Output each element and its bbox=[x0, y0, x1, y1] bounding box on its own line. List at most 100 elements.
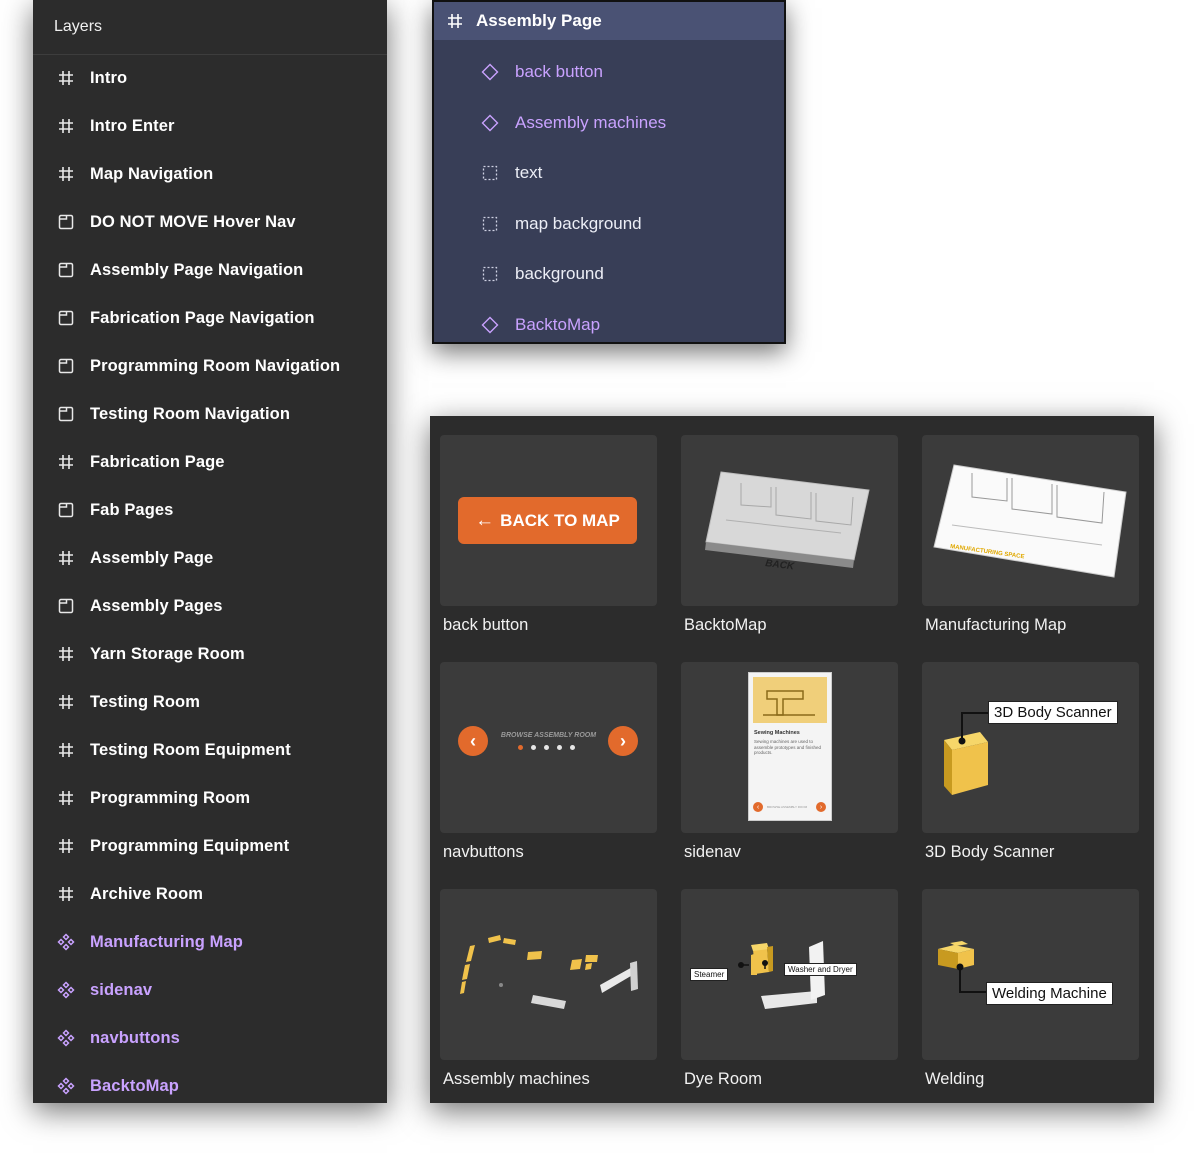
layer-item-label: Intro bbox=[90, 68, 128, 87]
asset-thumbnail: BACK bbox=[681, 435, 898, 606]
assembly-child-label: BacktoMap bbox=[515, 314, 601, 334]
asset-name: Welding bbox=[925, 1070, 985, 1088]
frame-icon bbox=[57, 69, 75, 87]
sidenav-preview: Sewing Machines Sewing machines are used… bbox=[748, 672, 832, 821]
layer-item[interactable]: Archive Room bbox=[33, 870, 387, 918]
layer-item-label: Map Navigation bbox=[90, 164, 214, 183]
asset-thumbnail bbox=[440, 889, 657, 1060]
instance-icon bbox=[481, 63, 499, 81]
layer-item-label: Assembly Page Navigation bbox=[90, 260, 304, 279]
layer-item-label: Programming Room Navigation bbox=[90, 356, 341, 375]
assembly-page-title: Assembly Page bbox=[476, 11, 602, 30]
asset-name: back button bbox=[443, 616, 529, 634]
assembly-child-label: background bbox=[515, 264, 604, 283]
layer-item[interactable]: Testing Room Equipment bbox=[33, 726, 387, 774]
pager-dot bbox=[557, 745, 562, 750]
layer-item[interactable]: Map Navigation bbox=[33, 150, 387, 198]
asset-card-welding[interactable]: Welding Machine Welding bbox=[922, 889, 1139, 1089]
pager-dot bbox=[570, 745, 575, 750]
asset-thumbnail: Welding Machine bbox=[922, 889, 1139, 1060]
asset-name: navbuttons bbox=[443, 843, 524, 861]
component-set-icon bbox=[57, 1029, 75, 1047]
asset-name: Dye Room bbox=[684, 1070, 762, 1088]
assembly-child-item[interactable]: Assembly machines bbox=[434, 98, 784, 148]
layers-title: Layers bbox=[54, 18, 103, 35]
back-to-map-button-preview: ← BACK TO MAP bbox=[458, 497, 637, 544]
asset-card-backtomap[interactable]: BACK BacktoMap bbox=[681, 435, 898, 635]
frame-icon bbox=[57, 645, 75, 663]
section-icon bbox=[57, 213, 75, 231]
instance-icon bbox=[481, 316, 499, 334]
pager-dot bbox=[544, 745, 549, 750]
layer-item[interactable]: Intro bbox=[33, 54, 387, 102]
welding-callout: Welding Machine bbox=[986, 982, 1113, 1005]
layer-item-label: Fabrication Page Navigation bbox=[90, 308, 315, 327]
layer-item-label: Intro Enter bbox=[90, 116, 175, 135]
layer-item[interactable]: Fabrication Page Navigation bbox=[33, 294, 387, 342]
layer-item[interactable]: BacktoMap bbox=[33, 1062, 387, 1110]
assembly-child-item[interactable]: map background bbox=[434, 199, 784, 249]
nav-text: BROWSE ASSEMBLY ROOM bbox=[500, 732, 597, 739]
assembly-child-item[interactable]: text bbox=[434, 148, 784, 198]
layer-item-label: Fab Pages bbox=[90, 500, 174, 519]
layer-item-label: Archive Room bbox=[90, 884, 204, 903]
asset-card-3d-body-scanner[interactable]: 3D Body Scanner 3D Body Scanner bbox=[922, 662, 1139, 862]
assembly-child-item[interactable]: background bbox=[434, 249, 784, 299]
chevron-left-icon: ‹ bbox=[458, 726, 488, 756]
component-set-icon bbox=[57, 933, 75, 951]
layer-item[interactable]: Programming Equipment bbox=[33, 822, 387, 870]
asset-card-navbuttons[interactable]: ‹ BROWSE ASSEMBLY ROOM › navbuttons bbox=[440, 662, 657, 862]
section-icon bbox=[57, 357, 75, 375]
layer-item[interactable]: Testing Room Navigation bbox=[33, 390, 387, 438]
layer-item[interactable]: Testing Room bbox=[33, 678, 387, 726]
asset-name: sidenav bbox=[684, 843, 741, 861]
asset-thumbnail: MANUFACTURING SPACE bbox=[922, 435, 1139, 606]
sidenav-body: Sewing machines are used to assemble pro… bbox=[754, 739, 822, 755]
asset-card-sidenav[interactable]: Sewing Machines Sewing machines are used… bbox=[681, 662, 898, 862]
assembly-child-item[interactable]: BacktoMap bbox=[434, 300, 784, 343]
layer-item[interactable]: Fab Pages bbox=[33, 486, 387, 534]
sidenav-footer: BROWSE ASSEMBLY ROOM bbox=[767, 805, 808, 809]
frame-icon bbox=[446, 12, 464, 30]
layer-item[interactable]: Yarn Storage Room bbox=[33, 630, 387, 678]
floor-plan-map-preview: BACK bbox=[705, 471, 870, 573]
layer-item[interactable]: Manufacturing Map bbox=[33, 918, 387, 966]
layer-item-label: Testing Room bbox=[90, 692, 200, 711]
asset-card-assembly-machines[interactable]: Assembly machines bbox=[440, 889, 657, 1089]
layer-item[interactable]: navbuttons bbox=[33, 1014, 387, 1062]
layer-item[interactable]: Programming Room bbox=[33, 774, 387, 822]
frame-icon bbox=[57, 165, 75, 183]
assembly-child-label: back button bbox=[515, 62, 603, 81]
assembly-child-item[interactable]: back button bbox=[434, 47, 784, 97]
asset-card-dye-room[interactable]: Steamer Washer and Dryer Dye Room bbox=[681, 889, 898, 1089]
layer-item[interactable]: Fabrication Page bbox=[33, 438, 387, 486]
assembly-child-label: Assembly machines bbox=[515, 112, 667, 132]
layer-item[interactable]: Programming Room Navigation bbox=[33, 342, 387, 390]
assembly-child-label: map background bbox=[515, 213, 642, 233]
layer-item[interactable]: Assembly Page bbox=[33, 534, 387, 582]
assets-grid: ← BACK TO MAP back button BACK BacktoMap bbox=[430, 416, 1154, 1103]
layer-item-label: Testing Room Navigation bbox=[90, 404, 291, 423]
assembly-page-header[interactable]: Assembly Page bbox=[434, 2, 784, 40]
welding-machine-illustration bbox=[938, 941, 986, 993]
asset-name: Assembly machines bbox=[443, 1070, 590, 1088]
chevron-left-icon: ‹ bbox=[753, 802, 763, 812]
washer-dryer-callout: Washer and Dryer bbox=[784, 963, 857, 976]
layer-item[interactable]: Assembly Pages bbox=[33, 582, 387, 630]
asset-thumbnail: ← BACK TO MAP bbox=[440, 435, 657, 606]
layer-item-label: sidenav bbox=[90, 980, 153, 999]
layer-item-label: Fabrication Page bbox=[90, 452, 225, 471]
layer-item[interactable]: Assembly Page Navigation bbox=[33, 246, 387, 294]
layer-item[interactable]: DO NOT MOVE Hover Nav bbox=[33, 198, 387, 246]
layers-panel: Layers Intro Intro Enter Map Navigation DO … bbox=[33, 0, 387, 1103]
layer-item-label: Assembly Page bbox=[90, 548, 214, 567]
sidenav-title: Sewing Machines bbox=[754, 730, 800, 736]
asset-card-manufacturing-map[interactable]: MANUFACTURING SPACE Manufacturing Map bbox=[922, 435, 1139, 635]
pager-dot bbox=[531, 745, 536, 750]
asset-thumbnail: Steamer Washer and Dryer bbox=[681, 889, 898, 1060]
asset-card-back-button[interactable]: ← BACK TO MAP back button bbox=[440, 435, 657, 635]
assembly-page-layer-tree: Assembly Page back button Assembly machin… bbox=[432, 0, 786, 344]
layer-item[interactable]: Intro Enter bbox=[33, 102, 387, 150]
layer-item[interactable]: sidenav bbox=[33, 966, 387, 1014]
section-icon bbox=[57, 261, 75, 279]
